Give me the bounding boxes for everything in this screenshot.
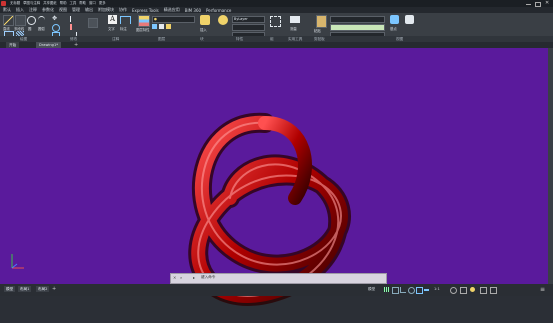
layout-tab-layout1[interactable]: 布局1 bbox=[18, 286, 32, 292]
qa-item[interactable]: 工具 bbox=[69, 1, 76, 6]
tab-express-tools[interactable]: Express Tools bbox=[132, 8, 159, 13]
base-button[interactable]: 基点 bbox=[390, 26, 397, 31]
layout-tab-model[interactable]: 模型 bbox=[4, 286, 16, 292]
lineweight-icon[interactable] bbox=[424, 289, 429, 291]
linetype-combo[interactable] bbox=[232, 24, 265, 31]
layer-combo[interactable]: ● bbox=[152, 16, 195, 23]
qa-item[interactable]: 帮助 bbox=[79, 1, 86, 6]
osnap-icon[interactable] bbox=[416, 287, 423, 294]
dimension-icon[interactable] bbox=[120, 16, 131, 24]
model-space-label[interactable]: 模型 bbox=[368, 287, 375, 292]
annotation-visibility-icon[interactable] bbox=[460, 287, 467, 294]
layer-properties-button[interactable]: 图层特性 bbox=[136, 27, 150, 32]
customize-menu-icon[interactable]: ≡ bbox=[540, 286, 545, 293]
color-combo[interactable]: ByLayer bbox=[232, 16, 265, 23]
layer-tools-icon[interactable] bbox=[159, 24, 164, 29]
layer-properties-icon[interactable] bbox=[138, 15, 150, 27]
command-close-icon[interactable]: ✕ bbox=[173, 275, 176, 280]
view-extra-icon[interactable] bbox=[405, 15, 414, 24]
qa-item[interactable]: 帮助 bbox=[60, 1, 67, 6]
qa-item[interactable]: 草图与注释 bbox=[23, 1, 40, 6]
move-icon[interactable]: ✥ bbox=[52, 16, 58, 22]
trim-icon[interactable] bbox=[70, 24, 76, 30]
paste-icon[interactable] bbox=[316, 15, 327, 28]
group-icon[interactable] bbox=[270, 16, 281, 27]
view-combo-2[interactable] bbox=[330, 24, 385, 31]
text-icon[interactable]: A bbox=[108, 15, 117, 24]
add-layout-icon[interactable]: + bbox=[52, 286, 56, 292]
qa-item[interactable]: 更多 bbox=[99, 1, 106, 6]
match-properties-icon[interactable] bbox=[218, 15, 228, 25]
lightbulb-icon: ● bbox=[154, 17, 157, 21]
command-input[interactable]: 键入命令 bbox=[201, 275, 215, 280]
circle-button[interactable]: 圆 bbox=[28, 26, 31, 31]
insert-button[interactable]: 插入 bbox=[200, 27, 207, 32]
polyline-icon[interactable] bbox=[15, 15, 26, 26]
workspace-gear-icon[interactable] bbox=[450, 287, 457, 294]
view-combo-1[interactable] bbox=[330, 16, 385, 23]
circle-icon[interactable] bbox=[27, 16, 36, 25]
minimize-icon[interactable] bbox=[526, 4, 531, 5]
ucs-axis-icon bbox=[11, 254, 24, 269]
snap-icon[interactable] bbox=[392, 287, 399, 294]
measure-button[interactable]: 测量 bbox=[290, 26, 297, 31]
hardware-acceleration-icon[interactable] bbox=[480, 287, 487, 294]
command-line[interactable]: ✕ ⌕ ▸ 键入命令 bbox=[170, 273, 387, 284]
layer-tools-icon[interactable] bbox=[152, 24, 157, 29]
title-bar: 无标题 草图与注释 共享图纸 帮助 工具 帮助 窗口 更多 ✕ bbox=[0, 0, 553, 7]
isolate-icon[interactable] bbox=[470, 287, 475, 292]
status-bar: 模型 布局1 布局2 + 模型 1:1 ≡ bbox=[0, 284, 553, 296]
close-icon[interactable]: ✕ bbox=[545, 0, 549, 6]
qa-item[interactable]: 共享图纸 bbox=[43, 1, 57, 6]
dimension-button[interactable]: 标注 bbox=[120, 26, 127, 31]
tab-performance[interactable]: Performance bbox=[206, 8, 231, 13]
command-prompt-icon: ▸ bbox=[193, 275, 196, 280]
base-icon[interactable] bbox=[390, 15, 399, 24]
layout-tab-layout2[interactable]: 布局2 bbox=[36, 286, 50, 292]
drawing-viewport[interactable] bbox=[0, 48, 548, 306]
stretch-icon[interactable] bbox=[88, 18, 98, 28]
vertical-scrollbar[interactable] bbox=[548, 48, 553, 284]
insert-icon[interactable] bbox=[200, 15, 210, 25]
line-icon[interactable] bbox=[3, 15, 14, 26]
command-search-icon[interactable]: ⌕ bbox=[180, 275, 182, 280]
knot-tube bbox=[191, 115, 348, 303]
tab-bim360[interactable]: BIM 360 bbox=[185, 8, 201, 13]
clean-screen-icon[interactable] bbox=[490, 287, 497, 294]
paste-button[interactable]: 粘贴 bbox=[314, 28, 321, 33]
ortho-icon[interactable] bbox=[400, 287, 406, 293]
polar-icon[interactable] bbox=[408, 287, 415, 294]
annotation-scale[interactable]: 1:1 bbox=[434, 287, 440, 291]
grid-icon[interactable] bbox=[384, 287, 389, 292]
arc-button[interactable]: 圆弧 bbox=[38, 26, 45, 31]
qa-item[interactable]: 无标题 bbox=[10, 1, 20, 6]
qa-item[interactable]: 窗口 bbox=[89, 1, 96, 6]
mirror-icon[interactable] bbox=[70, 16, 77, 22]
measure-icon[interactable] bbox=[290, 16, 300, 23]
text-button[interactable]: 文字 bbox=[108, 26, 115, 31]
layer-tools-icon[interactable] bbox=[166, 24, 171, 29]
arc-icon[interactable] bbox=[38, 16, 45, 24]
rotate-icon[interactable] bbox=[52, 24, 60, 32]
app-logo-icon[interactable] bbox=[1, 1, 6, 6]
